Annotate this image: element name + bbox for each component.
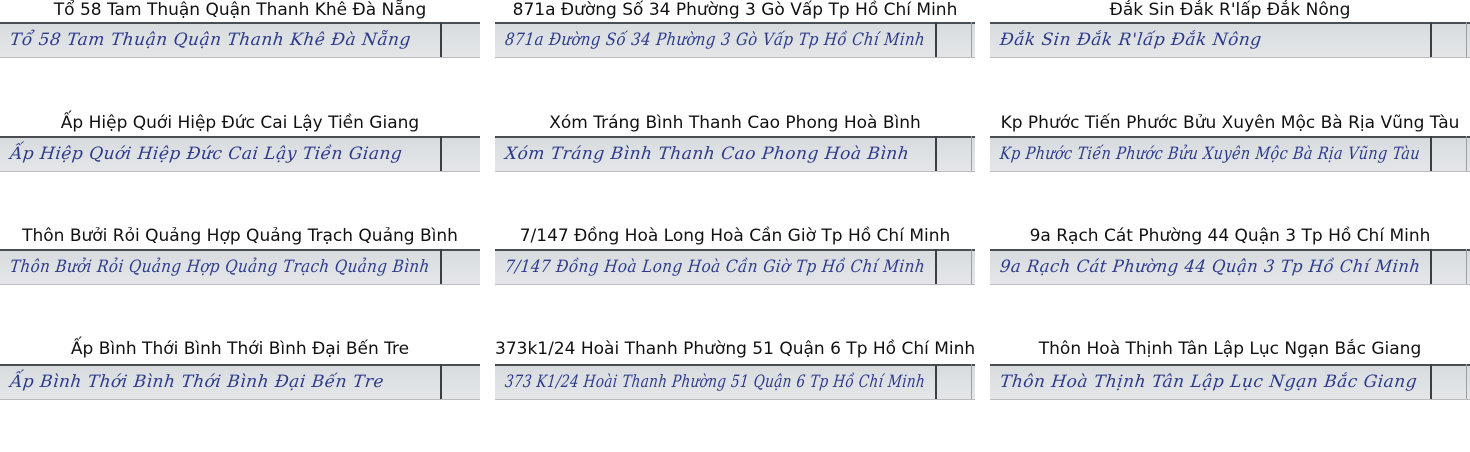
handwriting-text: Thôn Hoà Thịnh Tân Lập Lục Ngạn Bắc Gian…: [998, 372, 1419, 392]
sample-cell: 7/147 Đồng Hoà Long Hoà Cần Giờ Tp Hồ Ch…: [495, 226, 975, 339]
sample-cell: Tổ 58 Tam Thuận Quận Thanh Khê Đà Nẵng T…: [0, 0, 480, 113]
sample-caption: 373k1/24 Hoài Thanh Phường 51 Quận 6 Tp …: [495, 339, 976, 359]
handwriting-strip: 7/147 Đồng Hoà Long Hoà Cần Giờ Tp Hồ Ch…: [495, 249, 975, 285]
sample-caption: Kp Phước Tiến Phước Bửu Xuyên Mộc Bà Rịa…: [1000, 113, 1460, 133]
sample-cell: Ấp Bình Thới Bình Thới Bình Đại Bến Tre …: [0, 339, 480, 452]
sample-cell: Đắk Sin Đắk R'lấp Đắk Nông Đắk Sin Đắk R…: [990, 0, 1470, 113]
sample-cell: Xóm Tráng Bình Thanh Cao Phong Hoà Bình …: [495, 113, 975, 226]
sample-caption: Thôn Hoà Thịnh Tân Lập Lục Ngạn Bắc Gian…: [1038, 339, 1422, 359]
sample-cell: 373k1/24 Hoài Thanh Phường 51 Quận 6 Tp …: [495, 339, 975, 452]
sample-cell: 871a Đường Số 34 Phường 3 Gò Vấp Tp Hồ C…: [495, 0, 975, 113]
handwriting-strip: Ấp Bình Thới Bình Thới Bình Đại Bến Tre: [0, 364, 480, 400]
sample-cell: 9a Rạch Cát Phường 44 Quận 3 Tp Hồ Chí M…: [990, 226, 1470, 339]
handwriting-strip: 9a Rạch Cát Phường 44 Quận 3 Tp Hồ Chí M…: [990, 249, 1470, 285]
sample-caption: 7/147 Đồng Hoà Long Hoà Cần Giờ Tp Hồ Ch…: [519, 226, 951, 246]
handwriting-strip: Ấp Hiệp Quới Hiệp Đức Cai Lậy Tiền Giang: [0, 136, 480, 172]
handwriting-text: Ấp Bình Thới Bình Thới Bình Đại Bến Tre: [8, 372, 386, 392]
handwriting-text: Ấp Hiệp Quới Hiệp Đức Cai Lậy Tiền Giang: [8, 144, 404, 164]
handwriting-text: Xóm Tráng Bình Thanh Cao Phong Hoà Bình: [503, 144, 911, 164]
sample-caption: Xóm Tráng Bình Thanh Cao Phong Hoà Bình: [549, 113, 921, 133]
sample-cell: Kp Phước Tiến Phước Bửu Xuyên Mộc Bà Rịa…: [990, 113, 1470, 226]
handwriting-text: 871a Đường Số 34 Phường 3 Gò Vấp Tp Hồ C…: [503, 30, 927, 50]
sample-cell: Ấp Hiệp Quới Hiệp Đức Cai Lậy Tiền Giang…: [0, 113, 480, 226]
handwriting-strip: Thôn Hoà Thịnh Tân Lập Lục Ngạn Bắc Gian…: [990, 364, 1470, 400]
handwriting-strip: 373 K1/24 Hoài Thanh Phường 51 Quận 6 Tp…: [495, 364, 975, 400]
handwriting-strip: 871a Đường Số 34 Phường 3 Gò Vấp Tp Hồ C…: [495, 22, 975, 58]
sample-caption: Tổ 58 Tam Thuận Quận Thanh Khê Đà Nẵng: [53, 0, 427, 20]
handwriting-text: Đắk Sin Đắk R'lấp Đắk Nông: [998, 30, 1263, 50]
sample-cell: Thôn Hoà Thịnh Tân Lập Lục Ngạn Bắc Gian…: [990, 339, 1470, 452]
handwriting-text: 7/147 Đồng Hoà Long Hoà Cần Giờ Tp Hồ Ch…: [503, 257, 927, 277]
handwriting-text: 373 K1/24 Hoài Thanh Phường 51 Quận 6 Tp…: [503, 372, 927, 392]
handwriting-text: Thôn Bưởi Rỏi Quảng Hợp Quảng Trạch Quản…: [8, 257, 431, 277]
sample-caption: Đắk Sin Đắk R'lấp Đắk Nông: [1109, 0, 1351, 20]
handwriting-strip: Xóm Tráng Bình Thanh Cao Phong Hoà Bình: [495, 136, 975, 172]
handwriting-text: 9a Rạch Cát Phường 44 Quận 3 Tp Hồ Chí M…: [998, 257, 1422, 277]
handwriting-text: Kp Phước Tiến Phước Bửu Xuyên Mộc Bà Rịa…: [998, 144, 1422, 164]
sample-cell: Thôn Bưởi Rỏi Quảng Hợp Quảng Trạch Quản…: [0, 226, 480, 339]
handwriting-strip: Tổ 58 Tam Thuận Quận Thanh Khê Đà Nẵng: [0, 22, 480, 58]
handwriting-text: Tổ 58 Tam Thuận Quận Thanh Khê Đà Nẵng: [8, 30, 412, 50]
handwriting-strip: Kp Phước Tiến Phước Bửu Xuyên Mộc Bà Rịa…: [990, 136, 1470, 172]
sample-caption: Thôn Bưởi Rỏi Quảng Hợp Quảng Trạch Quản…: [22, 226, 458, 246]
handwriting-strip: Đắk Sin Đắk R'lấp Đắk Nông: [990, 22, 1470, 58]
sample-caption: 871a Đường Số 34 Phường 3 Gò Vấp Tp Hồ C…: [512, 0, 958, 20]
handwriting-strip: Thôn Bưởi Rỏi Quảng Hợp Quảng Trạch Quản…: [0, 249, 480, 285]
sample-caption: Ấp Hiệp Quới Hiệp Đức Cai Lậy Tiền Giang: [60, 113, 420, 133]
sample-caption: Ấp Bình Thới Bình Thới Bình Đại Bến Tre: [70, 339, 410, 359]
sample-grid: Tổ 58 Tam Thuận Quận Thanh Khê Đà Nẵng T…: [0, 0, 1470, 400]
sample-caption: 9a Rạch Cát Phường 44 Quận 3 Tp Hồ Chí M…: [1029, 226, 1431, 246]
